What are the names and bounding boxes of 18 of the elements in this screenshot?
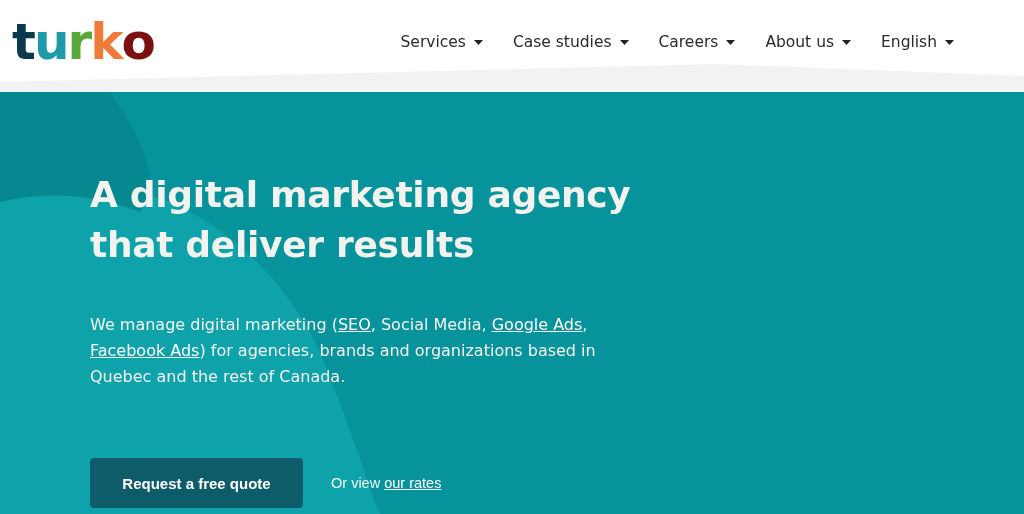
text-link[interactable]: SEO — [337, 315, 371, 334]
caret-icon — [945, 39, 954, 45]
nav-menu-item[interactable]: Case studies — [512, 33, 629, 51]
nav-menu-item[interactable]: English — [881, 33, 954, 51]
caret-icon — [726, 39, 736, 45]
request-quote-button[interactable]: Request a free quote — [90, 458, 303, 508]
caret-icon — [619, 39, 629, 45]
nav-menu-item[interactable]: Services — [400, 33, 483, 51]
caret-icon — [473, 39, 483, 45]
nav-menu-item[interactable]: About us — [765, 33, 852, 51]
nav-menu-item[interactable]: Careers — [658, 33, 736, 51]
hero-title: A digital marketing agency that deliver results — [90, 173, 632, 267]
rates-link[interactable]: our rates — [384, 475, 442, 491]
hero-description: We manage digital marketing (SEO, Social Media, Google Ads, Facebook Ads) for agencies, brands and organizations based in Quebec and the rest of Canada. — [90, 314, 597, 388]
turko-logo[interactable]: turko — [12, 17, 154, 67]
caret-icon — [842, 39, 852, 45]
rates-text: Or view our rates — [331, 475, 442, 491]
text-link[interactable]: Google Ads — [491, 315, 583, 334]
